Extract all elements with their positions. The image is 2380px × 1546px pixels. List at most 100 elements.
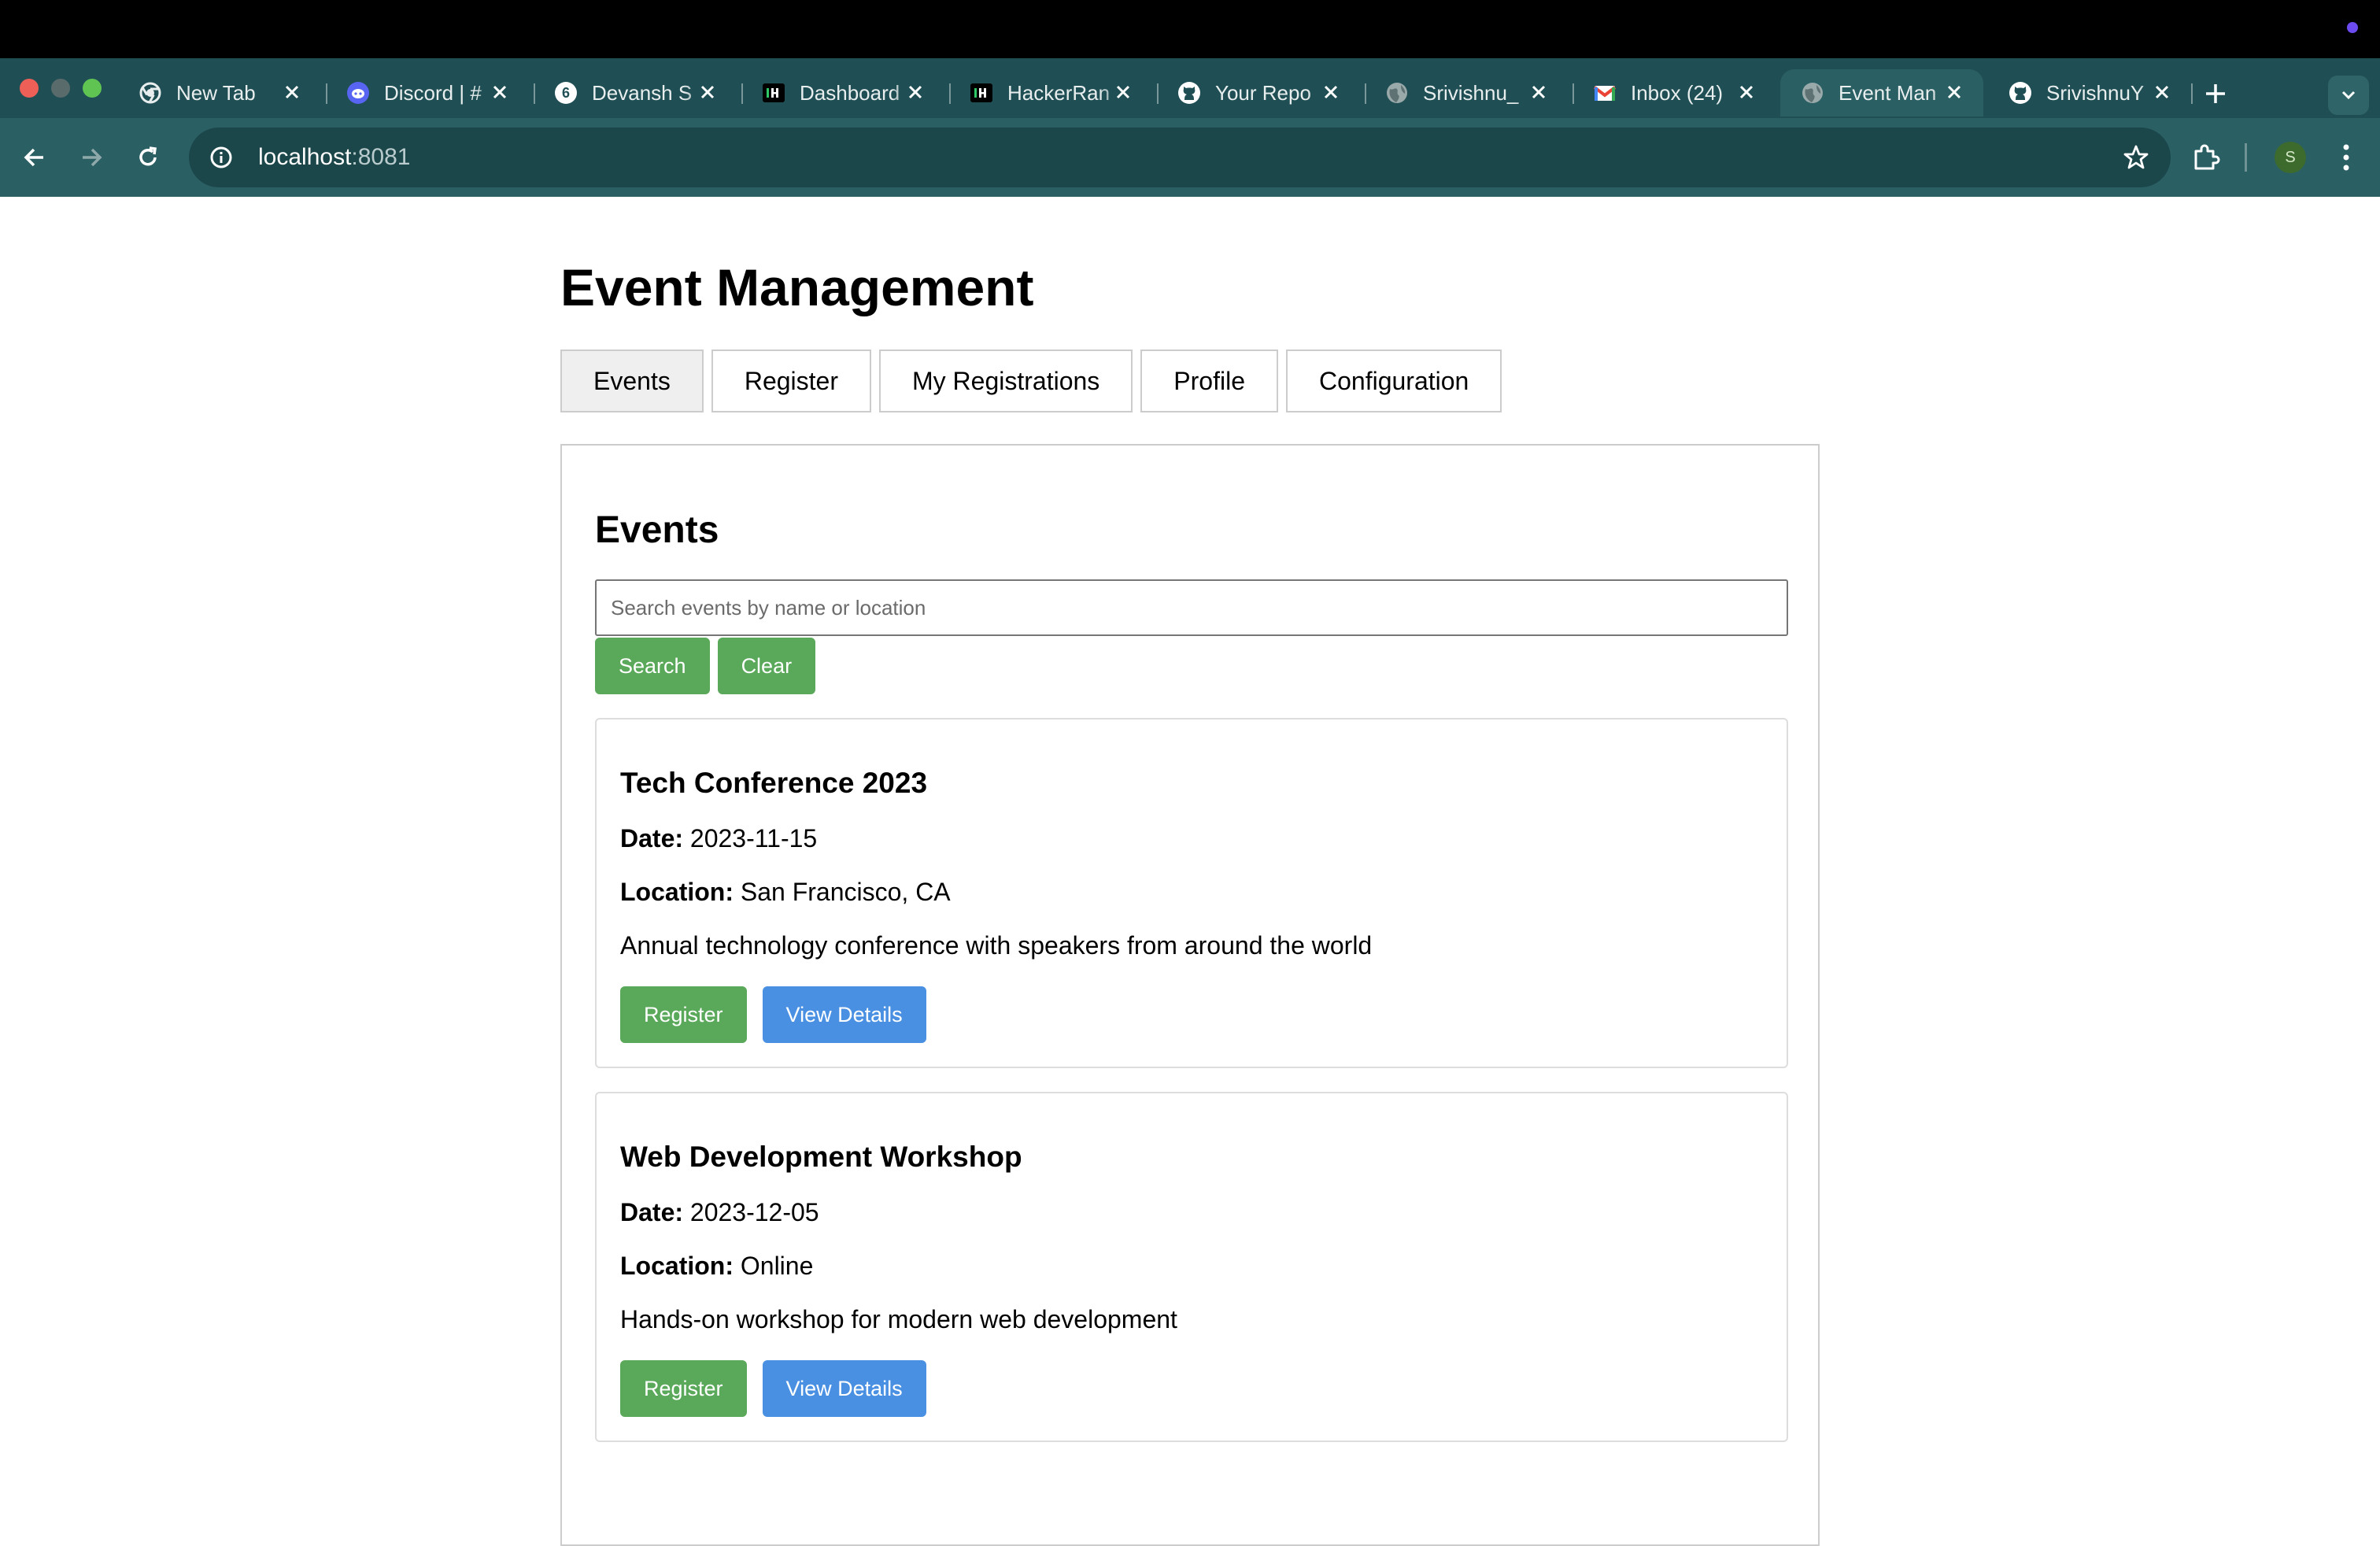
browser-tab[interactable]: HackerRan [949, 69, 1152, 117]
register-button[interactable]: Register [620, 1360, 747, 1417]
clear-button[interactable]: Clear [717, 638, 816, 694]
arrow-left-icon [24, 148, 43, 167]
events-panel: Events Search Clear Tech Conference 2023… [560, 444, 1820, 1546]
site-info-icon[interactable] [208, 144, 235, 171]
event-actions: Register View Details [620, 1360, 1763, 1417]
search-button[interactable]: Search [595, 638, 710, 694]
github-icon [1177, 81, 1201, 105]
date-label: Date: [620, 824, 684, 853]
chrome-icon [139, 81, 162, 105]
puzzle-icon [2194, 144, 2220, 170]
close-icon[interactable] [1527, 80, 1550, 104]
browser-tab[interactable]: Dashboard [741, 69, 944, 117]
browser-tab[interactable]: Your Repo [1157, 69, 1360, 117]
tab-title: Inbox (24) [1631, 80, 1724, 105]
event-date: Date: 2023-11-15 [620, 826, 1763, 851]
kebab-menu-icon[interactable] [2334, 140, 2358, 175]
tab-configuration[interactable]: Configuration [1285, 350, 1502, 412]
browser-tab[interactable]: New Tab [118, 69, 321, 117]
tab-events[interactable]: Events [560, 350, 704, 412]
event-name: Web Development Workshop [620, 1141, 1022, 1173]
register-button[interactable]: Register [620, 986, 747, 1043]
globe-icon [1385, 81, 1409, 105]
event-card: Web Development Workshop Date: 2023-12-0… [595, 1092, 1788, 1442]
page-title: Event Management [560, 258, 1034, 316]
url-host: localhost [258, 144, 352, 170]
tab-register[interactable]: Register [711, 350, 871, 412]
close-icon[interactable] [904, 80, 927, 104]
window-close-button[interactable] [20, 79, 39, 98]
tab-title: New Tab [176, 80, 256, 105]
event-card: Tech Conference 2023 Date: 2023-11-15 Lo… [595, 718, 1788, 1068]
new-tab-button[interactable] [2201, 79, 2230, 109]
tab-divider [2191, 83, 2193, 104]
status-dot [2347, 22, 2358, 33]
close-icon[interactable] [488, 80, 512, 104]
window-minimize-button[interactable] [51, 79, 70, 98]
tab-title: SrivishnuY [2046, 80, 2145, 105]
close-icon[interactable] [280, 80, 304, 104]
macos-menu-bar [0, 0, 2380, 58]
devansh-icon: 6 [554, 81, 578, 105]
event-date: Date: 2023-12-05 [620, 1200, 1763, 1225]
event-description: Hands-on workshop for modern web develop… [620, 1305, 1177, 1333]
search-input[interactable] [595, 579, 1788, 636]
event-name: Tech Conference 2023 [620, 767, 928, 799]
tab-profile[interactable]: Profile [1140, 350, 1278, 412]
bookmark-star-icon[interactable] [2122, 143, 2150, 172]
hackerrank-icon [970, 81, 993, 105]
browser-tab[interactable]: Inbox (24) [1572, 69, 1776, 117]
location-value: San Francisco, CA [740, 878, 951, 906]
browser-toolbar: localhost:8081 S [0, 118, 2380, 197]
date-value: 2023-11-15 [689, 824, 818, 853]
browser-tab[interactable]: SrivishnuY [1988, 69, 2191, 117]
close-icon[interactable] [1319, 80, 1343, 104]
globe-icon [1801, 81, 1824, 105]
tab-title: Devansh S [592, 80, 693, 105]
discord-icon [346, 81, 370, 105]
back-button[interactable] [19, 142, 50, 173]
event-actions: Register View Details [620, 986, 1763, 1043]
tab-title: Dashboard [800, 80, 900, 105]
tab-search-button[interactable] [2328, 76, 2369, 115]
reload-button[interactable] [132, 142, 164, 173]
close-icon[interactable] [1111, 80, 1135, 104]
view-details-button[interactable]: View Details [762, 986, 926, 1043]
view-details-button[interactable]: View Details [762, 1360, 926, 1417]
forward-button[interactable] [76, 142, 107, 173]
location-label: Location: [620, 1252, 734, 1280]
location-value: Online [740, 1252, 814, 1280]
plus-icon [2206, 84, 2225, 103]
arrow-right-icon [83, 148, 102, 167]
gmail-icon [1593, 81, 1617, 105]
tab-title: Discord | # [384, 80, 482, 105]
browser-tab-active[interactable]: Event Man [1780, 69, 1983, 117]
browser-tab[interactable]: Discord | # [326, 69, 529, 117]
close-icon[interactable] [1942, 80, 1966, 104]
browser-tab[interactable]: 6 Devansh S [534, 69, 737, 117]
profile-avatar[interactable]: S [2275, 142, 2306, 173]
extensions-button[interactable] [2188, 140, 2223, 175]
location-label: Location: [620, 878, 734, 906]
chevron-down-icon [2341, 91, 2356, 100]
toolbar-divider [2245, 143, 2247, 172]
tab-title: Your Repo [1215, 80, 1311, 105]
svg-text:6: 6 [562, 85, 570, 101]
github-icon [2009, 81, 2032, 105]
tab-my-registrations[interactable]: My Registrations [878, 350, 1133, 412]
reload-icon [139, 146, 157, 166]
app-nav-tabs: Events Register My Registrations Profile… [560, 350, 1820, 412]
close-icon[interactable] [2150, 80, 2174, 104]
search-actions: Search Clear [595, 638, 1785, 694]
window-zoom-button[interactable] [83, 79, 102, 98]
close-icon[interactable] [1735, 80, 1758, 104]
date-value: 2023-12-05 [689, 1198, 819, 1226]
event-location: Location: Online [620, 1253, 1763, 1278]
address-bar[interactable]: localhost:8081 [189, 128, 2171, 187]
url-text: localhost:8081 [258, 144, 410, 171]
browser-tab[interactable]: Srivishnu_ [1365, 69, 1568, 117]
close-icon[interactable] [696, 80, 719, 104]
tab-title: HackerRan [1007, 80, 1111, 105]
hackerrank-icon [762, 81, 785, 105]
event-location: Location: San Francisco, CA [620, 879, 1763, 904]
